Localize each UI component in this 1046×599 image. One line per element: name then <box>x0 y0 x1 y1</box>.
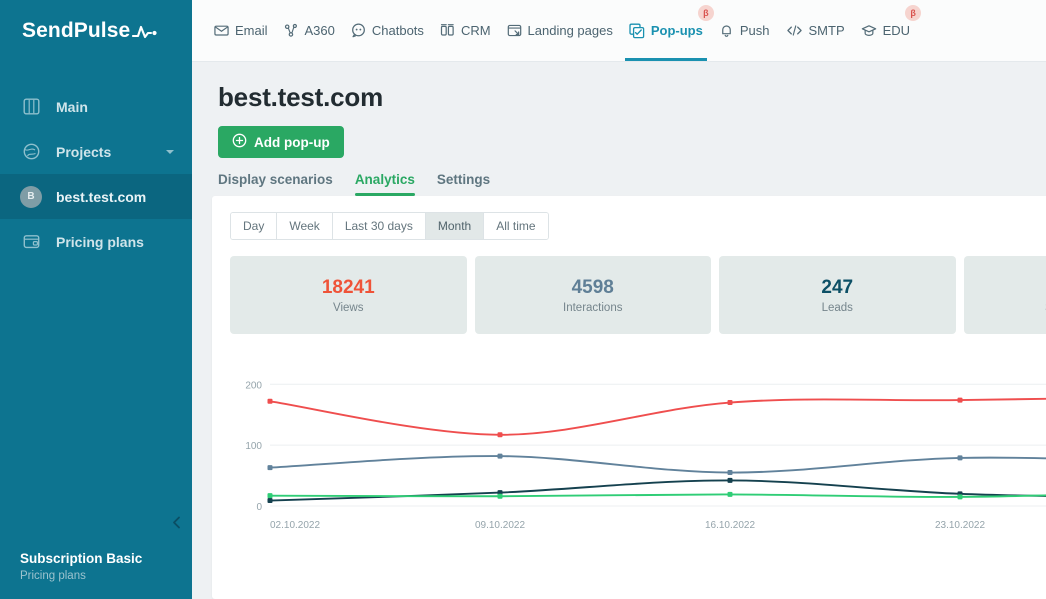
sidebar-nav: Main Projects B best.test.com Pricing pl… <box>0 62 192 550</box>
sidebar-item-label: Projects <box>56 143 112 160</box>
brand-logo[interactable]: SendPulse <box>0 0 192 62</box>
page-title: best.test.com <box>218 82 384 112</box>
nav-item-smtp[interactable]: SMTP <box>778 0 853 61</box>
subscription-name: Subscription Basic <box>20 551 143 566</box>
chat-bubble-icon <box>351 23 366 38</box>
stat-label: Views <box>333 301 364 314</box>
svg-text:16.10.2022: 16.10.2022 <box>705 520 755 531</box>
project-avatar: B <box>20 185 42 208</box>
svg-text:100: 100 <box>245 441 262 452</box>
range-button-month[interactable]: Month <box>425 213 485 239</box>
sidebar-item-label: Main <box>56 98 88 115</box>
svg-text:02.10.2022: 02.10.2022 <box>270 520 320 531</box>
nav-item-label: CRM <box>460 23 491 38</box>
nav-item-email[interactable]: Email <box>206 0 276 61</box>
sidebar-collapse-button[interactable] <box>166 512 186 532</box>
stat-card-views: 18241 Views <box>230 256 467 334</box>
top-navigation-bar: Email A360 Chatbots CRM Landing pages Po… <box>192 0 1046 62</box>
nav-item-label: SMTP <box>808 23 845 38</box>
landing-page-icon <box>507 23 522 38</box>
plus-circle-icon <box>232 133 247 151</box>
nav-item-label: Email <box>235 23 268 38</box>
chevron-down-icon <box>166 149 174 154</box>
nav-item-pop-ups[interactable]: Pop-ups β <box>621 0 714 61</box>
dashboard-icon <box>20 96 42 118</box>
stat-value: 247 <box>821 276 854 298</box>
range-button-week[interactable]: Week <box>277 213 333 239</box>
tab-analytics[interactable]: Analytics <box>354 172 415 196</box>
add-popup-label: Add pop-up <box>254 134 330 150</box>
nav-item-a360[interactable]: A360 <box>276 0 343 61</box>
nav-item-crm[interactable]: CRM <box>432 0 499 61</box>
popup-icon <box>629 23 645 39</box>
page-header: best.test.com i Add pop-up Display scena… <box>192 62 1046 196</box>
nav-item-chatbots[interactable]: Chatbots <box>343 0 432 61</box>
nav-item-label: Chatbots <box>371 23 424 38</box>
nav-item-edu[interactable]: EDU β <box>853 0 922 61</box>
sidebar-item-pricing-plans[interactable]: Pricing plans <box>0 219 192 264</box>
stat-label: Interactions <box>563 301 623 314</box>
add-popup-button[interactable]: Add pop-up <box>218 126 344 158</box>
sidebar-item-label: Pricing plans <box>56 233 144 250</box>
svg-text:0: 0 <box>256 502 262 513</box>
sidebar-item-projects[interactable]: Projects <box>0 129 192 174</box>
brand-name: SendPulse <box>22 19 131 42</box>
stat-value: 4598 <box>571 276 614 298</box>
stat-card-interactions: 4598 Interactions <box>474 256 711 334</box>
sidebar: SendPulse Main Projects B best.test.com … <box>0 0 192 599</box>
tab-display-scenarios[interactable]: Display scenarios <box>218 172 333 196</box>
top-nav-items: Email A360 Chatbots CRM Landing pages Po… <box>206 0 922 61</box>
stat-value: 18241 <box>321 276 375 298</box>
beta-badge: β <box>905 5 922 21</box>
envelope-icon <box>214 23 229 38</box>
main-area: Email A360 Chatbots CRM Landing pages Po… <box>192 0 1046 599</box>
globe-icon <box>20 141 42 163</box>
range-button-last-30-days[interactable]: Last 30 days <box>332 213 426 239</box>
chart-svg: 0 100 200 02.10.2022 09.10.2022 16.10.2022 23.… <box>245 380 1046 531</box>
nav-item-label: Push <box>739 23 770 38</box>
nav-item-label: Landing pages <box>527 23 613 38</box>
svg-text:09.10.2022: 09.10.2022 <box>475 520 525 531</box>
svg-text:200: 200 <box>245 380 262 391</box>
sidebar-item-main[interactable]: Main <box>0 84 192 129</box>
sidebar-item-label: best.test.com <box>56 188 147 205</box>
tab-settings[interactable]: Settings <box>437 172 490 196</box>
svg-text:23.10.2022: 23.10.2022 <box>935 520 985 531</box>
code-icon <box>786 23 803 38</box>
chevron-left-icon <box>172 516 180 528</box>
sidebar-footer: Subscription Basic Pricing plans <box>0 550 192 599</box>
stat-label: Leads <box>821 301 853 314</box>
nav-item-label: EDU <box>882 23 911 38</box>
analytics-panel: Day Week Last 30 days Month All time 182… <box>212 196 1046 599</box>
stat-card-socials-widget: 171 Socials widget <box>963 256 1046 334</box>
pricing-plans-link[interactable]: Pricing plans <box>20 568 192 585</box>
nav-item-push[interactable]: Push <box>711 0 778 61</box>
nav-item-label: A360 <box>304 23 335 38</box>
automation-icon <box>284 23 299 38</box>
date-range-selector: Day Week Last 30 days Month All time <box>230 212 549 240</box>
graduation-cap-icon <box>861 23 877 38</box>
range-button-all-time[interactable]: All time <box>484 213 548 239</box>
app-root: SendPulse Main Projects B best.test.com … <box>0 0 1046 599</box>
nav-item-landing-pages[interactable]: Landing pages <box>499 0 621 61</box>
analytics-line-chart: 0 100 200 02.10.2022 09.10.2022 16.10.2022 23.… <box>230 358 1046 543</box>
range-button-day[interactable]: Day <box>231 213 278 239</box>
page-tabs: Display scenarios Analytics Settings <box>218 172 1046 196</box>
wallet-icon <box>20 231 42 253</box>
pulse-wave-icon <box>132 23 158 39</box>
crm-icon <box>440 23 455 38</box>
bell-icon <box>719 23 734 38</box>
nav-item-label: Pop-ups <box>650 23 703 38</box>
sidebar-item-best-test-com[interactable]: B best.test.com <box>0 174 192 219</box>
stat-card-leads: 247 Leads <box>719 256 956 334</box>
stat-cards: 18241 Views 4598 Interactions 247 Leads … <box>230 256 1046 334</box>
